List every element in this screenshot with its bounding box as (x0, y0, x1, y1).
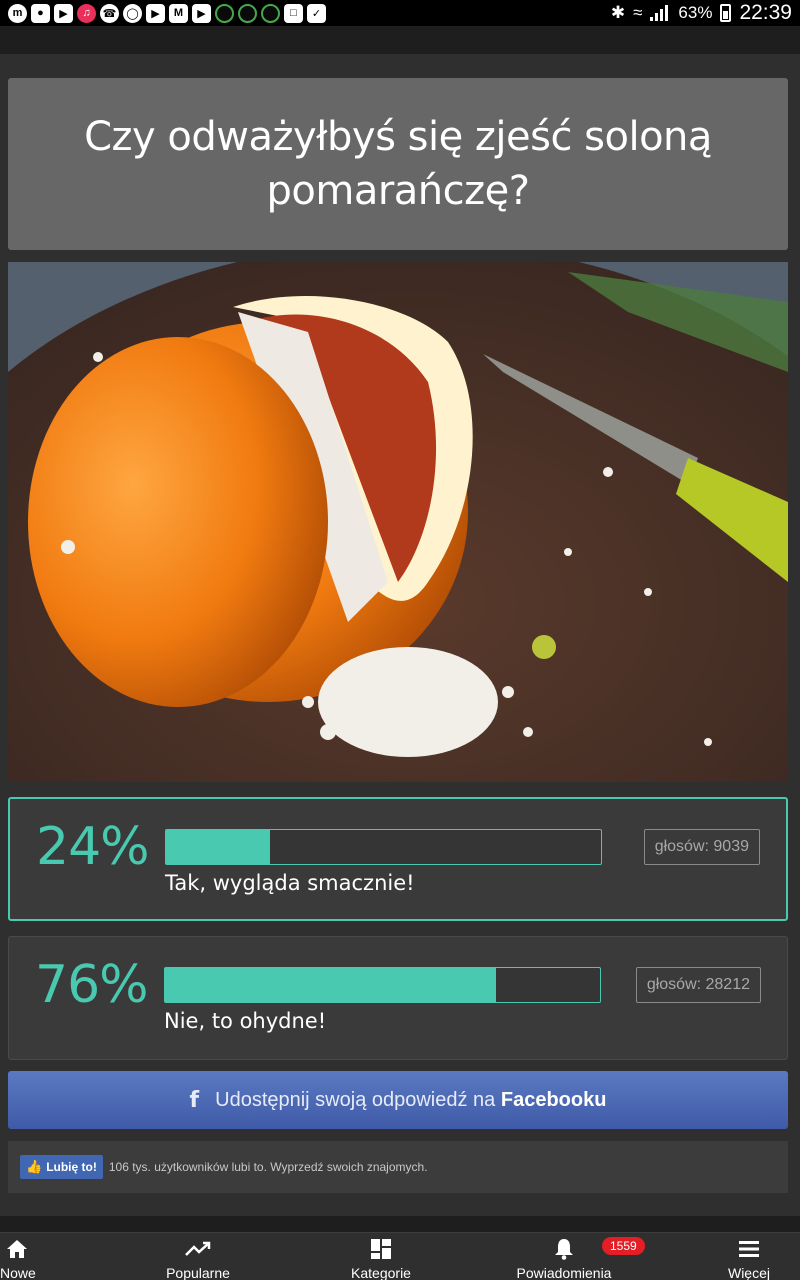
nav-item-wiecej[interactable]: Więcej (724, 1237, 774, 1280)
answer-label: Nie, to ohydne! (164, 1009, 327, 1033)
battery-percent: 63% (678, 3, 713, 22)
answer-percent: 76% (35, 955, 149, 1015)
answer-progress-bar (164, 967, 601, 1003)
nav-label: Nowe (0, 1265, 36, 1280)
youtube-icon: ▶ (146, 3, 165, 23)
clock: 22:39 (739, 1, 792, 24)
nav-item-nowe[interactable]: Nowe (0, 1237, 36, 1280)
notification-badge: 1559 (602, 1237, 645, 1255)
chrome-icon: ◯ (123, 3, 142, 23)
answer-option-yes[interactable]: 24% głosów: 9039 Tak, wygląda smacznie! (8, 797, 788, 921)
gallery-icon: □ (284, 3, 303, 23)
nav-label: Popularne (166, 1265, 230, 1280)
system-status: ✱ ≈ 63% 22:39 (611, 1, 792, 25)
thumbs-up-icon: 👍 (26, 1159, 43, 1174)
facebook-icon: f (189, 1087, 200, 1113)
music-app-icon: ♫ (77, 3, 96, 23)
nav-item-powiadomienia[interactable]: Powiadomienia (514, 1237, 614, 1280)
whatsapp-icon: ☎ (100, 3, 119, 23)
answer-option-no[interactable]: 76% głosów: 28212 Nie, to ohydne! (8, 936, 788, 1060)
youtube-icon: ▶ (192, 3, 211, 23)
nav-label: Kategorie (351, 1265, 411, 1280)
bell-icon (514, 1237, 614, 1261)
answer-progress-fill (165, 968, 496, 1002)
gmail-icon: M (169, 3, 188, 23)
signal-icon (650, 5, 670, 21)
facebook-share-button[interactable]: f Udostępnij swoją odpowiedź na Facebook… (8, 1071, 788, 1129)
home-icon (0, 1237, 34, 1261)
question-title: Czy odważyłbyś się zjeść soloną pomarańc… (84, 114, 712, 214)
vote-count: głosów: 28212 (635, 967, 761, 1003)
youtube-icon: ▶ (54, 3, 73, 23)
game-icon (261, 3, 280, 23)
app-screen: m ● ▶ ♫ ☎ ◯ ▶ M ▶ □ ✓ ✱ ≈ 63% 22:39 Czy … (0, 0, 800, 1280)
messenger-icon: m (8, 3, 27, 23)
answer-progress-bar (165, 829, 602, 865)
vote-count: głosów: 9039 (643, 829, 760, 865)
like-count-text: 106 tys. użytkowników lubi to. Wyprzedź … (108, 1160, 428, 1174)
top-spacer (0, 26, 800, 54)
check-icon: ✓ (307, 3, 326, 23)
bottom-navigation: Nowe Popularne Kategorie Powiadomienia 1… (0, 1232, 800, 1280)
share-text: Udostępnij swoją odpowiedź na Facebooku (215, 1088, 607, 1111)
wifi-icon: ≈ (633, 3, 643, 22)
notification-icons: m ● ▶ ♫ ☎ ◯ ▶ M ▶ □ ✓ (8, 3, 326, 23)
like-button[interactable]: 👍 Lubię to! (20, 1155, 103, 1179)
bluetooth-icon: ✱ (610, 3, 626, 22)
nav-spacer (0, 1216, 800, 1232)
question-header: Czy odważyłbyś się zjeść soloną pomarańc… (8, 78, 788, 250)
status-bar: m ● ▶ ♫ ☎ ◯ ▶ M ▶ □ ✓ ✱ ≈ 63% 22:39 (0, 0, 800, 26)
menu-icon (724, 1237, 774, 1261)
like-button-label: Lubię to! (46, 1160, 97, 1174)
game-icon (238, 3, 257, 23)
snapchat-icon: ● (31, 3, 50, 23)
answer-percent: 24% (36, 817, 150, 877)
trending-icon (160, 1237, 236, 1261)
answer-label: Tak, wygląda smacznie! (165, 871, 415, 895)
photo-illustration (8, 262, 788, 782)
nav-item-popularne[interactable]: Popularne (160, 1237, 236, 1280)
answer-progress-fill (166, 830, 271, 864)
game-icon (215, 3, 234, 23)
facebook-like-box: 👍 Lubię to! 106 tys. użytkowników lubi t… (8, 1141, 788, 1193)
nav-label: Powiadomienia (516, 1265, 612, 1280)
grid-icon (348, 1237, 414, 1261)
battery-icon (720, 4, 732, 22)
salted-orange-photo (8, 262, 788, 782)
nav-item-kategorie[interactable]: Kategorie (348, 1237, 414, 1280)
nav-label: Więcej (727, 1265, 770, 1280)
